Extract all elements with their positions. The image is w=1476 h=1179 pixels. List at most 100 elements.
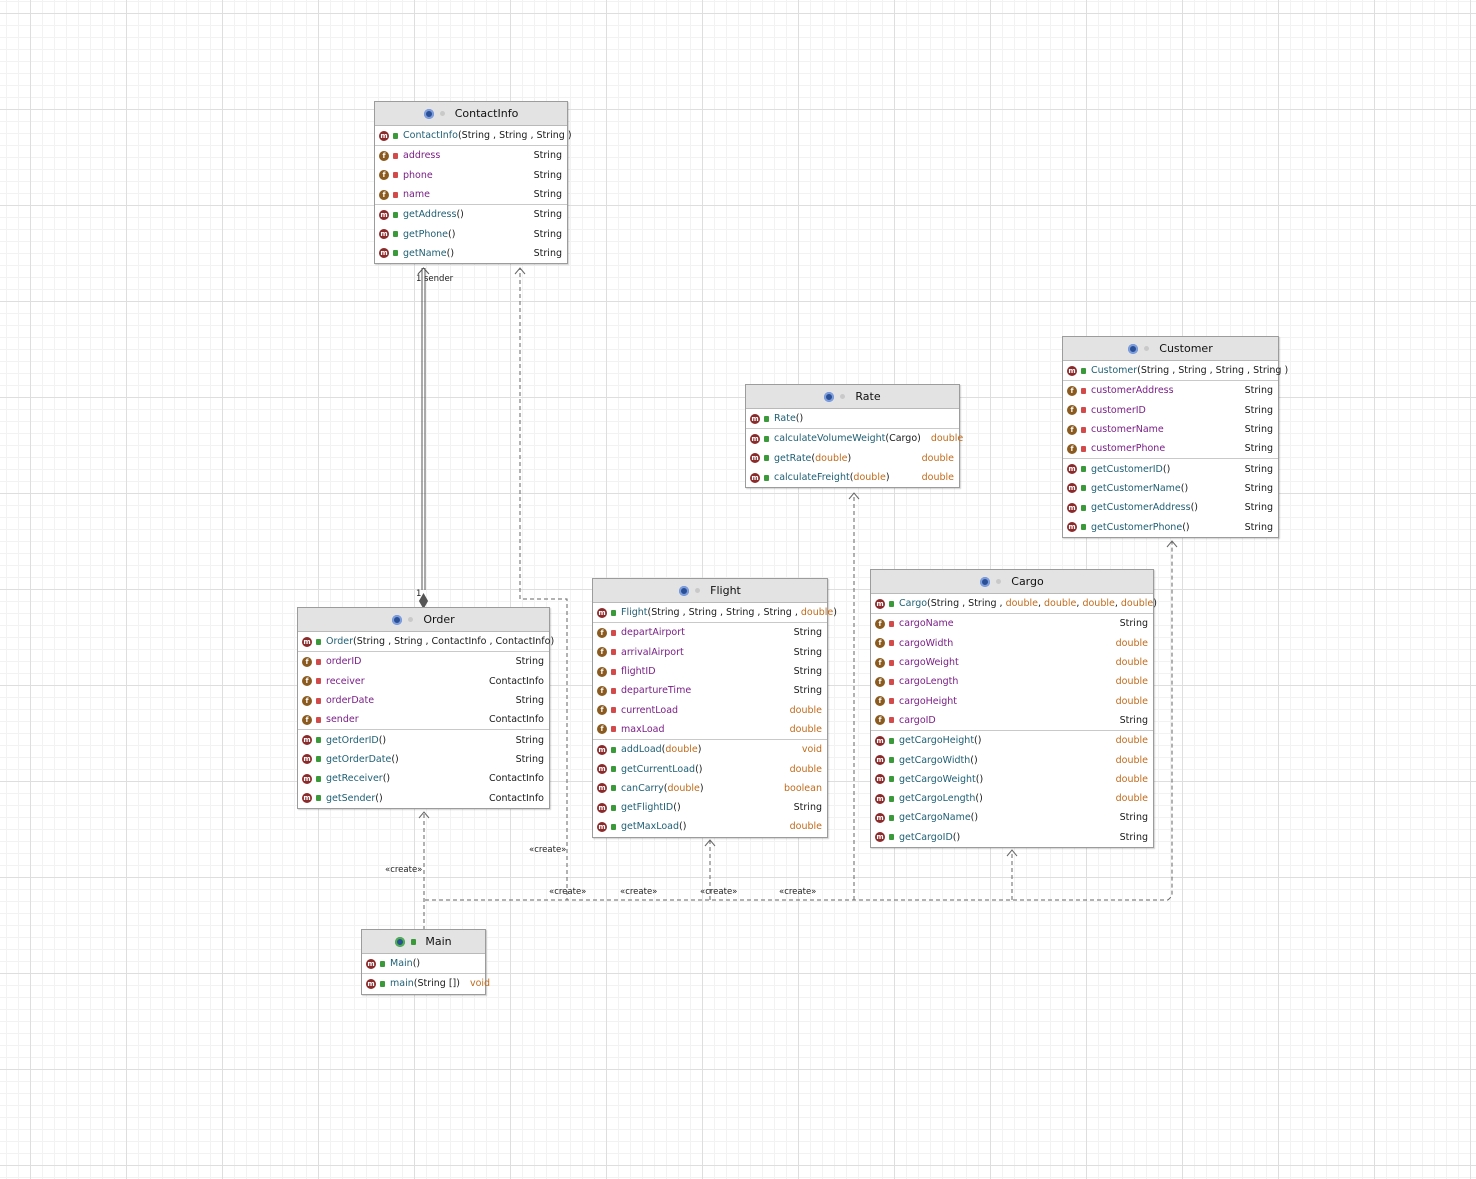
field-name: orderID <box>326 656 362 668</box>
return-type: double <box>1115 735 1148 747</box>
method-row[interactable]: m addLoad (double) void <box>593 740 827 759</box>
method-row[interactable]: m getFlightID () String <box>593 798 827 817</box>
class-main[interactable]: Main m Main() m main (String []) void <box>361 929 490 995</box>
method-row[interactable]: m getCargoLength () double <box>871 789 1153 808</box>
field-row[interactable]: f name String <box>375 185 567 204</box>
field-row[interactable]: f departureTime String <box>593 681 827 700</box>
member-name: main <box>390 978 414 990</box>
edge-order-contactinfo-sender[interactable] <box>417 267 430 610</box>
class-header[interactable]: Main <box>362 930 485 954</box>
constructor-row[interactable]: m Flight (String , String , String , Strin… <box>593 603 837 622</box>
field-row[interactable]: f customerPhone String <box>1063 439 1278 458</box>
return-type: String <box>533 247 562 259</box>
field-row[interactable]: f phone String <box>375 166 567 185</box>
edge-main-rate-create[interactable] <box>848 492 860 900</box>
return-type: String <box>793 802 822 814</box>
method-row[interactable]: m getSender () ContactInfo <box>298 788 549 807</box>
public-icon <box>764 455 769 462</box>
field-row[interactable]: f currentLoad double <box>593 700 827 719</box>
method-row[interactable]: m calculateVolumeWeight (Cargo) double <box>746 429 963 448</box>
edge-main-cargo-create[interactable] <box>1006 849 1018 900</box>
class-cargo[interactable]: Cargo m Cargo (String , String , double, d… <box>870 569 1157 848</box>
field-row[interactable]: f arrivalAirport String <box>593 643 827 662</box>
member-signature: (String , String , double, double, doubl… <box>927 598 1157 610</box>
member-name: getRate <box>774 452 812 464</box>
method-row[interactable]: m getCustomerName () String <box>1063 479 1278 498</box>
method-row[interactable]: m getMaxLoad() double <box>593 817 827 836</box>
method-row[interactable]: m getReceiver () ContactInfo <box>298 769 549 788</box>
field-row[interactable]: f cargoWeight double <box>871 653 1153 672</box>
field-row[interactable]: f address String <box>375 146 567 165</box>
private-lock-icon <box>611 726 616 733</box>
field-row[interactable]: f cargoName String <box>871 614 1153 633</box>
member-signature: () <box>975 793 983 805</box>
return-type: boolean <box>784 782 822 794</box>
field-row[interactable]: f receiver ContactInfo <box>298 672 549 691</box>
field-row[interactable]: f customerAddress String <box>1063 381 1278 400</box>
field-row[interactable]: f customerID String <box>1063 401 1278 420</box>
class-header[interactable]: Rate <box>746 385 959 409</box>
class-rate[interactable]: Rate m Rate() m calculateVolumeWeight (Car… <box>745 384 963 489</box>
method-row[interactable]: m getCargoID () String <box>871 828 1153 847</box>
method-row[interactable]: m getCustomerPhone () String <box>1063 517 1278 536</box>
method-row[interactable]: m main (String []) void <box>362 974 490 993</box>
field-row[interactable]: f cargoWidth double <box>871 634 1153 653</box>
method-icon: m <box>302 754 312 765</box>
method-row[interactable]: m getOrderDate () String <box>298 750 549 769</box>
class-header[interactable]: Flight <box>593 579 827 603</box>
constructor-row[interactable]: m ContactInfo (String , String , String ) <box>375 126 572 145</box>
field-row[interactable]: f cargoID String <box>871 711 1153 730</box>
class-header[interactable]: ContactInfo <box>375 102 567 126</box>
field-name: cargoLength <box>899 676 959 688</box>
field-row[interactable]: f orderDate String <box>298 691 549 710</box>
method-row[interactable]: m getPhone() String <box>375 224 567 243</box>
method-row[interactable]: m getCargoWeight () double <box>871 770 1153 789</box>
field-row[interactable]: f orderID String <box>298 652 549 671</box>
field-icon: f <box>1067 443 1077 454</box>
field-row[interactable]: f departAirport String <box>593 623 827 642</box>
member-signature: () <box>673 802 681 814</box>
class-order[interactable]: Order m Order (String , String , ContactI… <box>297 607 554 809</box>
method-row[interactable]: m canCarry (double) boolean <box>593 779 827 798</box>
method-row[interactable]: m calculateFreight (double) double <box>746 468 959 487</box>
constructor-row[interactable]: m Rate() <box>746 409 959 428</box>
field-row[interactable]: f flightID String <box>593 662 827 681</box>
method-icon: m <box>597 764 607 775</box>
field-name: cargoName <box>899 618 954 630</box>
package-visibility-icon <box>439 111 445 116</box>
class-header[interactable]: Cargo <box>871 570 1153 594</box>
field-type: String <box>793 685 822 697</box>
field-row[interactable]: f customerName String <box>1063 420 1278 439</box>
field-row[interactable]: f maxLoad double <box>593 720 827 739</box>
method-row[interactable]: m getOrderID () String <box>298 730 549 749</box>
method-row[interactable]: m getCargoWidth () double <box>871 750 1153 769</box>
constructor-row[interactable]: m Cargo (String , String , double, double,… <box>871 594 1157 613</box>
constructor-row[interactable]: m Customer (String , String , String , St… <box>1063 361 1288 380</box>
constructor-row[interactable]: m Main() <box>362 954 485 973</box>
method-row[interactable]: m getCustomerAddress () String <box>1063 498 1278 517</box>
edge-main-customer-create[interactable] <box>1166 540 1178 901</box>
method-row[interactable]: m getCargoHeight () double <box>871 731 1153 750</box>
method-icon: m <box>379 209 389 220</box>
class-header[interactable]: Order <box>298 608 549 632</box>
method-row[interactable]: m getCargoName () String <box>871 808 1153 827</box>
field-row[interactable]: f cargoHeight double <box>871 691 1153 710</box>
public-icon <box>764 435 769 442</box>
field-type: String <box>533 169 562 181</box>
method-row[interactable]: m getCurrentLoad () double <box>593 759 827 778</box>
constructors-section: m Rate() <box>746 409 959 430</box>
class-header[interactable]: Customer <box>1063 337 1278 361</box>
class-contactinfo[interactable]: ContactInfo m ContactInfo (String , String… <box>374 101 572 265</box>
class-flight[interactable]: Flight m Flight (String , String , String … <box>592 578 837 838</box>
public-icon <box>380 980 385 987</box>
method-row[interactable]: m getCustomerID () String <box>1063 459 1278 478</box>
class-customer[interactable]: Customer m Customer (String , String , St… <box>1062 336 1288 538</box>
field-row[interactable]: f sender ContactInfo <box>298 710 549 729</box>
method-row[interactable]: m getAddress () String <box>375 205 567 224</box>
private-lock-icon <box>393 191 398 198</box>
return-type: void <box>801 744 822 756</box>
field-row[interactable]: f cargoLength double <box>871 672 1153 691</box>
method-row[interactable]: m getName () String <box>375 244 567 263</box>
method-row[interactable]: m getRate (double) double <box>746 449 959 468</box>
constructor-row[interactable]: m Order (String , String , ContactInfo , … <box>298 632 554 651</box>
